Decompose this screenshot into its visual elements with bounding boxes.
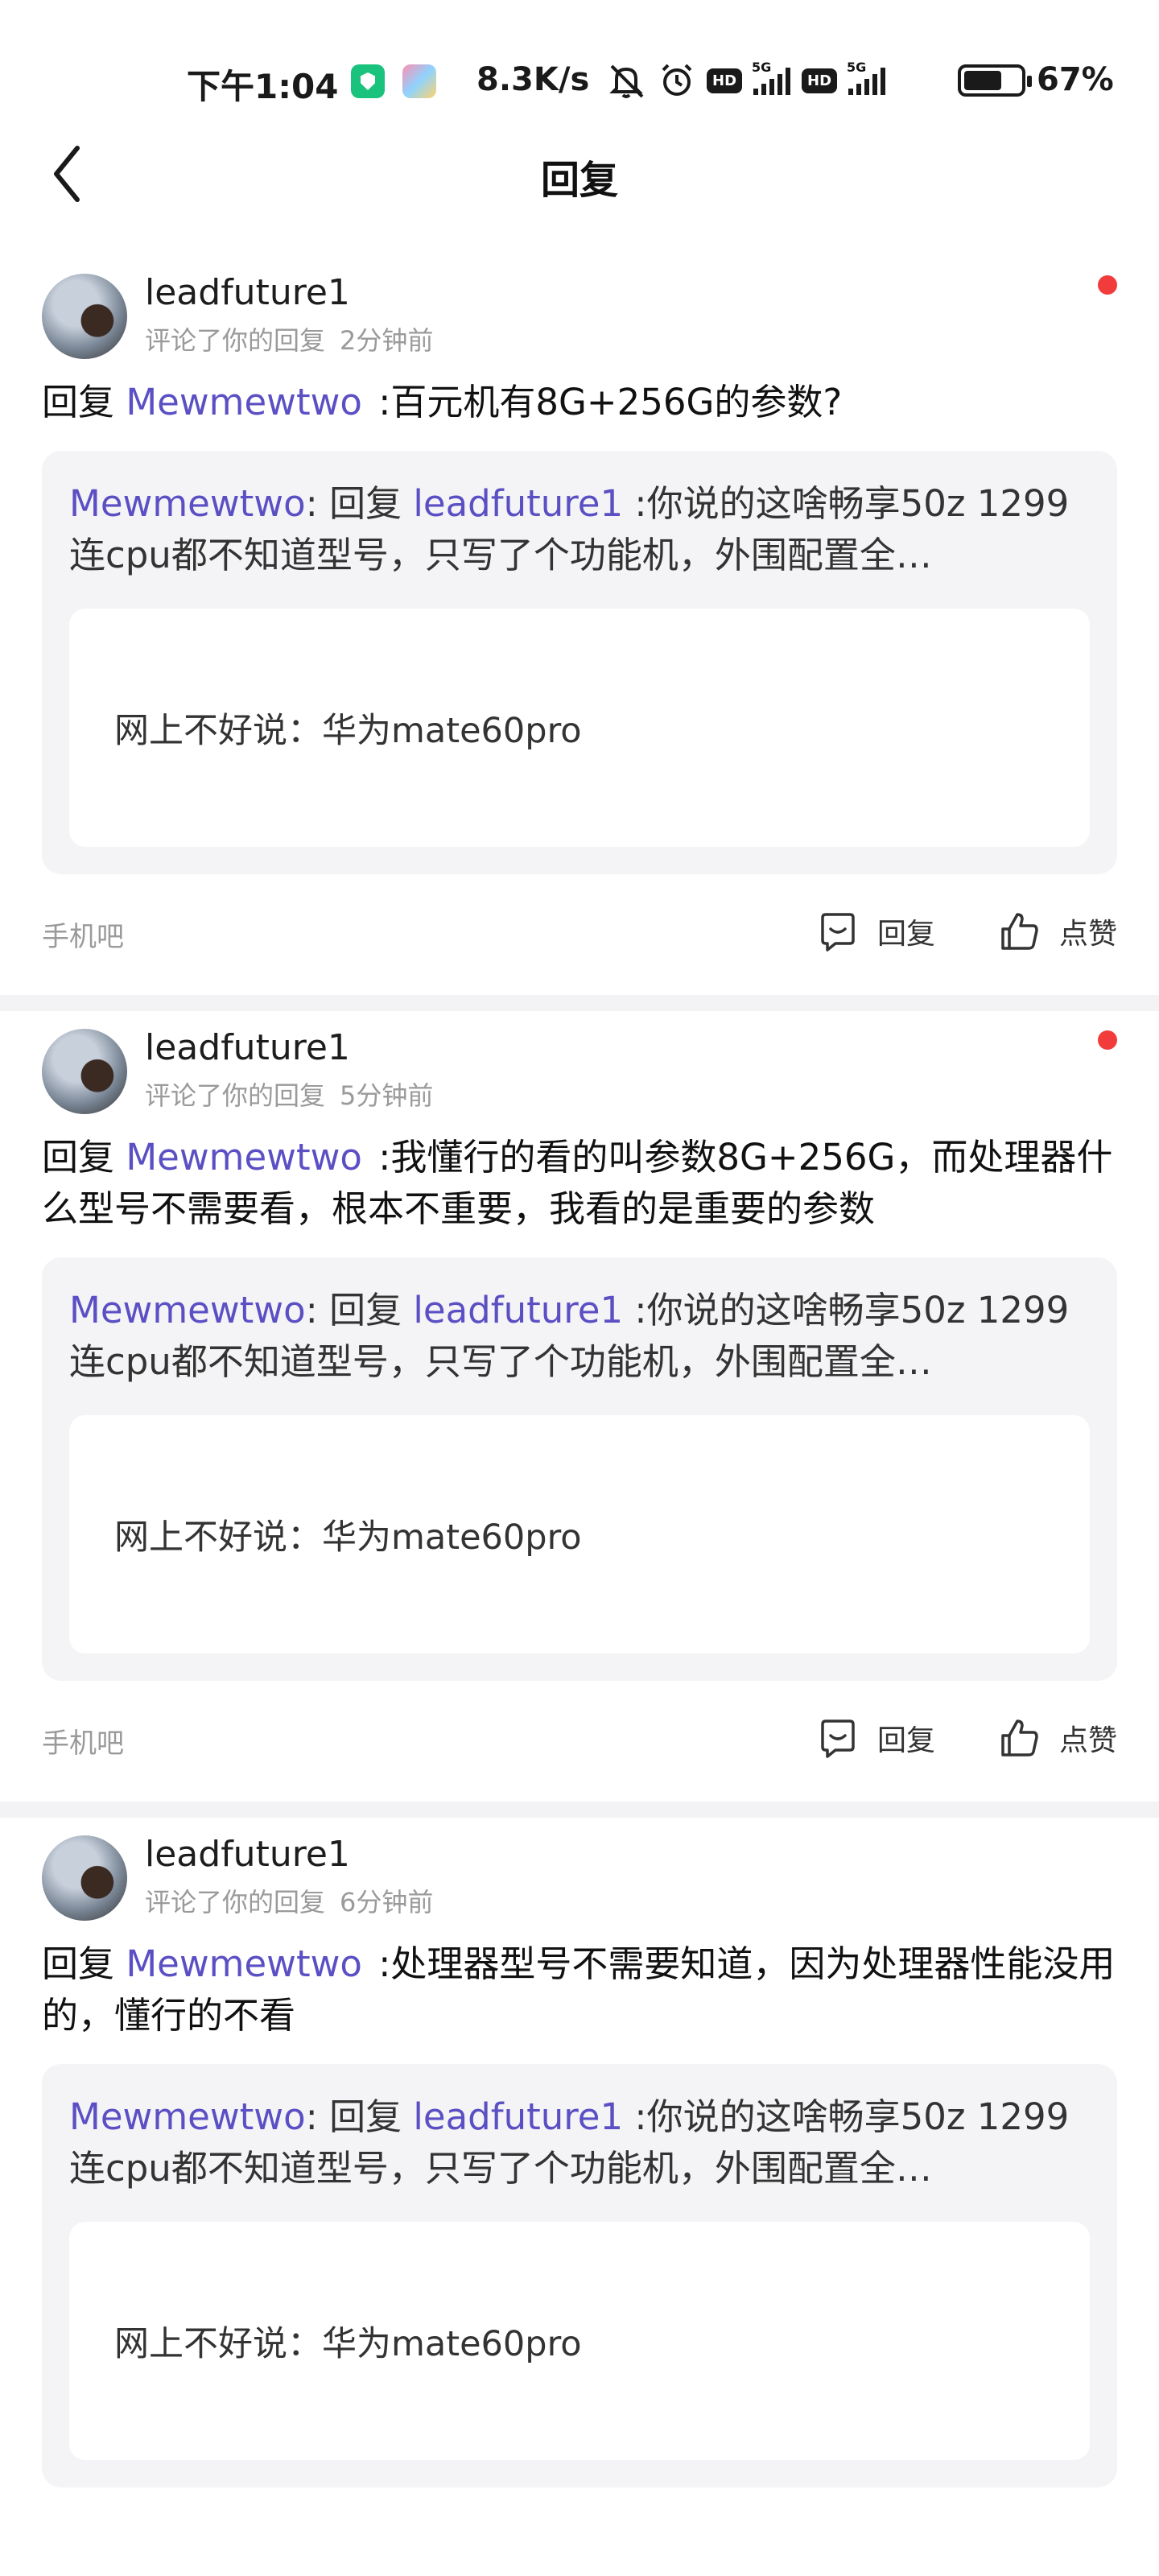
reply-button[interactable]: 回复	[816, 910, 935, 953]
status-icons: HD 5G HD 5G	[605, 60, 886, 100]
original-post[interactable]: 网上不好说：华为mate60pro	[69, 1415, 1090, 1653]
reply-prefix: 回复	[42, 381, 115, 423]
avatar[interactable]	[42, 1835, 127, 1921]
action-text: 评论了你的回复	[145, 1080, 326, 1111]
avatar[interactable]	[42, 1029, 127, 1114]
reply-body: :百元机有8G+256G的参数?	[378, 381, 843, 423]
quote-text: Mewmewtwo: 回复 leadfuture1 :你说的这啥畅享50z 12…	[69, 2091, 1090, 2194]
timestamp: 5分钟前	[340, 1080, 434, 1111]
quote-mention-link[interactable]: leadfuture1	[413, 1289, 623, 1331]
user-name[interactable]: leadfuture1	[145, 1027, 350, 1068]
network-type-label: 5G	[847, 60, 867, 75]
timestamp: 6分钟前	[340, 1887, 434, 1918]
quoted-reply[interactable]: Mewmewtwo: 回复 leadfuture1 :你说的这啥畅享50z 12…	[42, 2064, 1117, 2487]
notification-card[interactable]: leadfuture1 评论了你的回复 6分钟前 回复 Mewmewtwo :处理…	[0, 1818, 1159, 2487]
quote-author-link[interactable]: Mewmewtwo	[69, 2095, 306, 2138]
card-meta: 评论了你的回复 2分钟前	[145, 320, 433, 357]
card-separator	[0, 995, 1159, 1011]
quote-mention-link[interactable]: leadfuture1	[413, 482, 623, 525]
notification-card[interactable]: leadfuture1 评论了你的回复 5分钟前 回复 Mewmewtwo :我懂…	[0, 1011, 1159, 1802]
quote-separator: : 回复	[305, 2095, 402, 2138]
notification-card[interactable]: leadfuture1 评论了你的回复 2分钟前 回复 Mewmewtwo :百元…	[0, 256, 1159, 995]
quote-separator: : 回复	[305, 482, 402, 525]
unread-dot	[1098, 275, 1117, 295]
quote-text: Mewmewtwo: 回复 leadfuture1 :你说的这啥畅享50z 12…	[69, 1285, 1090, 1388]
unread-dot	[1098, 1030, 1117, 1050]
card-header: leadfuture1 评论了你的回复 6分钟前	[42, 1818, 1117, 1938]
quoted-reply[interactable]: Mewmewtwo: 回复 leadfuture1 :你说的这啥畅享50z 12…	[42, 451, 1117, 874]
like-button[interactable]: 点赞	[998, 910, 1117, 953]
card-footer: 手机吧 回复 点赞	[42, 874, 1117, 995]
reply-prefix: 回复	[42, 1136, 115, 1179]
security-app-icon	[351, 64, 385, 98]
timestamp: 2分钟前	[340, 325, 434, 356]
game-app-icon	[402, 64, 436, 98]
quote-author-link[interactable]: Mewmewtwo	[69, 482, 306, 525]
thumbs-up-icon	[1001, 1719, 1038, 1757]
like-button-label: 点赞	[1058, 1724, 1117, 1757]
network-type-label: 5G	[752, 60, 772, 75]
reply-content[interactable]: 回复 Mewmewtwo :我懂行的看的叫参数8G+256G，而处理器什么型号不…	[42, 1132, 1117, 1235]
card-header: leadfuture1 评论了你的回复 5分钟前	[42, 1011, 1117, 1132]
avatar[interactable]	[42, 274, 127, 359]
forum-name[interactable]: 手机吧	[42, 914, 124, 954]
card-header: leadfuture1 评论了你的回复 2分钟前	[42, 256, 1117, 377]
mention-link[interactable]: Mewmewtwo	[126, 381, 362, 423]
signal-icon: 5G	[847, 60, 886, 95]
action-text: 评论了你的回复	[145, 325, 326, 356]
status-time: 下午1:04	[187, 67, 339, 106]
quote-author-link[interactable]: Mewmewtwo	[69, 1289, 306, 1331]
original-post-text: 网上不好说：华为mate60pro	[114, 1517, 582, 1558]
hd-icon: HD	[707, 68, 743, 93]
mention-link[interactable]: Mewmewtwo	[126, 1942, 362, 1985]
thumbs-up-icon	[1001, 913, 1038, 950]
reply-content[interactable]: 回复 Mewmewtwo :百元机有8G+256G的参数?	[42, 377, 1117, 428]
forum-name[interactable]: 手机吧	[42, 1721, 124, 1761]
original-post[interactable]: 网上不好说：华为mate60pro	[69, 609, 1090, 847]
page-title: 回复	[540, 158, 618, 203]
status-bar: 下午1:04 8.3K/s HD 5G HD 5G 67%	[0, 0, 1159, 153]
quote-separator: : 回复	[305, 1289, 402, 1331]
quote-mention-link[interactable]: leadfuture1	[413, 2095, 623, 2138]
user-name[interactable]: leadfuture1	[145, 1834, 350, 1875]
reply-button-label: 回复	[876, 1724, 935, 1757]
signal-icon: 5G	[752, 60, 791, 95]
battery-percent: 67%	[1037, 61, 1114, 98]
reply-button-label: 回复	[876, 918, 935, 951]
alarm-icon	[662, 64, 692, 96]
card-meta: 评论了你的回复 6分钟前	[145, 1882, 433, 1919]
network-speed: 8.3K/s	[476, 61, 590, 98]
reply-content[interactable]: 回复 Mewmewtwo :处理器型号不需要知道，因为处理器性能没用的，懂行的不…	[42, 1938, 1117, 2041]
like-button-label: 点赞	[1058, 918, 1117, 951]
original-post-text: 网上不好说：华为mate60pro	[114, 2324, 582, 2364]
original-post-text: 网上不好说：华为mate60pro	[114, 711, 582, 751]
card-footer: 手机吧 回复 点赞	[42, 1681, 1117, 1802]
comment-icon	[821, 913, 855, 952]
original-post[interactable]: 网上不好说：华为mate60pro	[69, 2222, 1090, 2460]
mute-bell-icon	[609, 64, 644, 98]
action-text: 评论了你的回复	[145, 1887, 326, 1918]
mention-link[interactable]: Mewmewtwo	[126, 1136, 362, 1179]
card-separator	[0, 1802, 1159, 1818]
user-name[interactable]: leadfuture1	[145, 272, 350, 313]
card-meta: 评论了你的回复 5分钟前	[145, 1075, 433, 1113]
hd-icon: HD	[802, 68, 838, 93]
comment-icon	[821, 1719, 855, 1758]
notification-feed[interactable]: leadfuture1 评论了你的回复 2分钟前 回复 Mewmewtwo :百元…	[0, 256, 1159, 2487]
battery-icon	[958, 64, 1032, 97]
reply-prefix: 回复	[42, 1942, 115, 1985]
quoted-reply[interactable]: Mewmewtwo: 回复 leadfuture1 :你说的这啥畅享50z 12…	[42, 1257, 1117, 1681]
reply-button[interactable]: 回复	[816, 1716, 935, 1760]
quote-text: Mewmewtwo: 回复 leadfuture1 :你说的这啥畅享50z 12…	[69, 478, 1090, 581]
like-button[interactable]: 点赞	[998, 1716, 1117, 1760]
